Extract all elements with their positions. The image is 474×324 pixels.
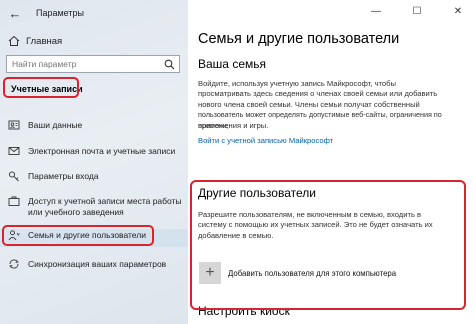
sidebar-item-label: Синхронизация ваших параметров: [28, 259, 167, 269]
search-input[interactable]: [12, 58, 152, 70]
back-arrow-icon[interactable]: ←: [6, 6, 24, 22]
mail-icon: [8, 147, 20, 155]
nav-home-label: Главная: [26, 35, 63, 47]
sidebar-item-label: Параметры входа: [28, 171, 99, 181]
sign-in-microsoft-link[interactable]: Войти с учетной записью Майкрософт: [198, 136, 333, 145]
title-bar: ← Параметры: [0, 0, 188, 28]
sidebar-item-label-line2: или учебного заведения: [28, 207, 124, 217]
family-description-line: просматривать здесь сведения о членах св…: [198, 89, 438, 99]
minimize-icon[interactable]: —: [362, 0, 390, 22]
close-icon[interactable]: ✕: [444, 0, 472, 22]
highlight-accounts-box: [3, 77, 79, 98]
home-icon: [8, 35, 20, 46]
sidebar-item-label: Электронная почта и учетные записи: [28, 146, 176, 156]
highlight-family-box: [2, 225, 154, 246]
sidebar-item-sync[interactable]: Синхронизация ваших параметров: [0, 258, 188, 276]
search-icon[interactable]: [164, 59, 175, 70]
sidebar-item-label: Ваши данные: [28, 120, 83, 130]
maximize-icon[interactable]: ☐: [403, 0, 431, 22]
sync-icon: [9, 259, 19, 269]
person-card-icon: [8, 120, 20, 130]
family-description-line: приложения и игры.: [198, 120, 269, 130]
sidebar-item-email[interactable]: Электронная почта и учетные записи: [0, 145, 188, 163]
sidebar-item-label: Доступ к учетной записи места работы: [28, 196, 182, 206]
key-icon: [8, 171, 19, 182]
highlight-other-users-box: [190, 180, 466, 310]
family-description-line: нового члена своей семьи. Члены семьи по…: [198, 99, 420, 109]
page-title: Семья и другие пользователи: [198, 31, 400, 47]
nav-home[interactable]: Главная: [8, 34, 62, 48]
search-box[interactable]: [6, 55, 180, 73]
sidebar-item-your-info[interactable]: Ваши данные: [0, 119, 188, 137]
sidebar-item-sign-in[interactable]: Параметры входа: [0, 170, 188, 188]
briefcase-icon: [8, 196, 20, 206]
sidebar-item-work-access[interactable]: Доступ к учетной записи места работы или…: [0, 195, 188, 221]
app-title: Параметры: [36, 8, 84, 18]
family-heading: Ваша семья: [198, 57, 266, 71]
sidebar: ← Параметры Главная Учетные записи Ваши …: [0, 0, 188, 324]
family-description-line: Войдите, используя учетную запись Майкро…: [198, 79, 396, 88]
